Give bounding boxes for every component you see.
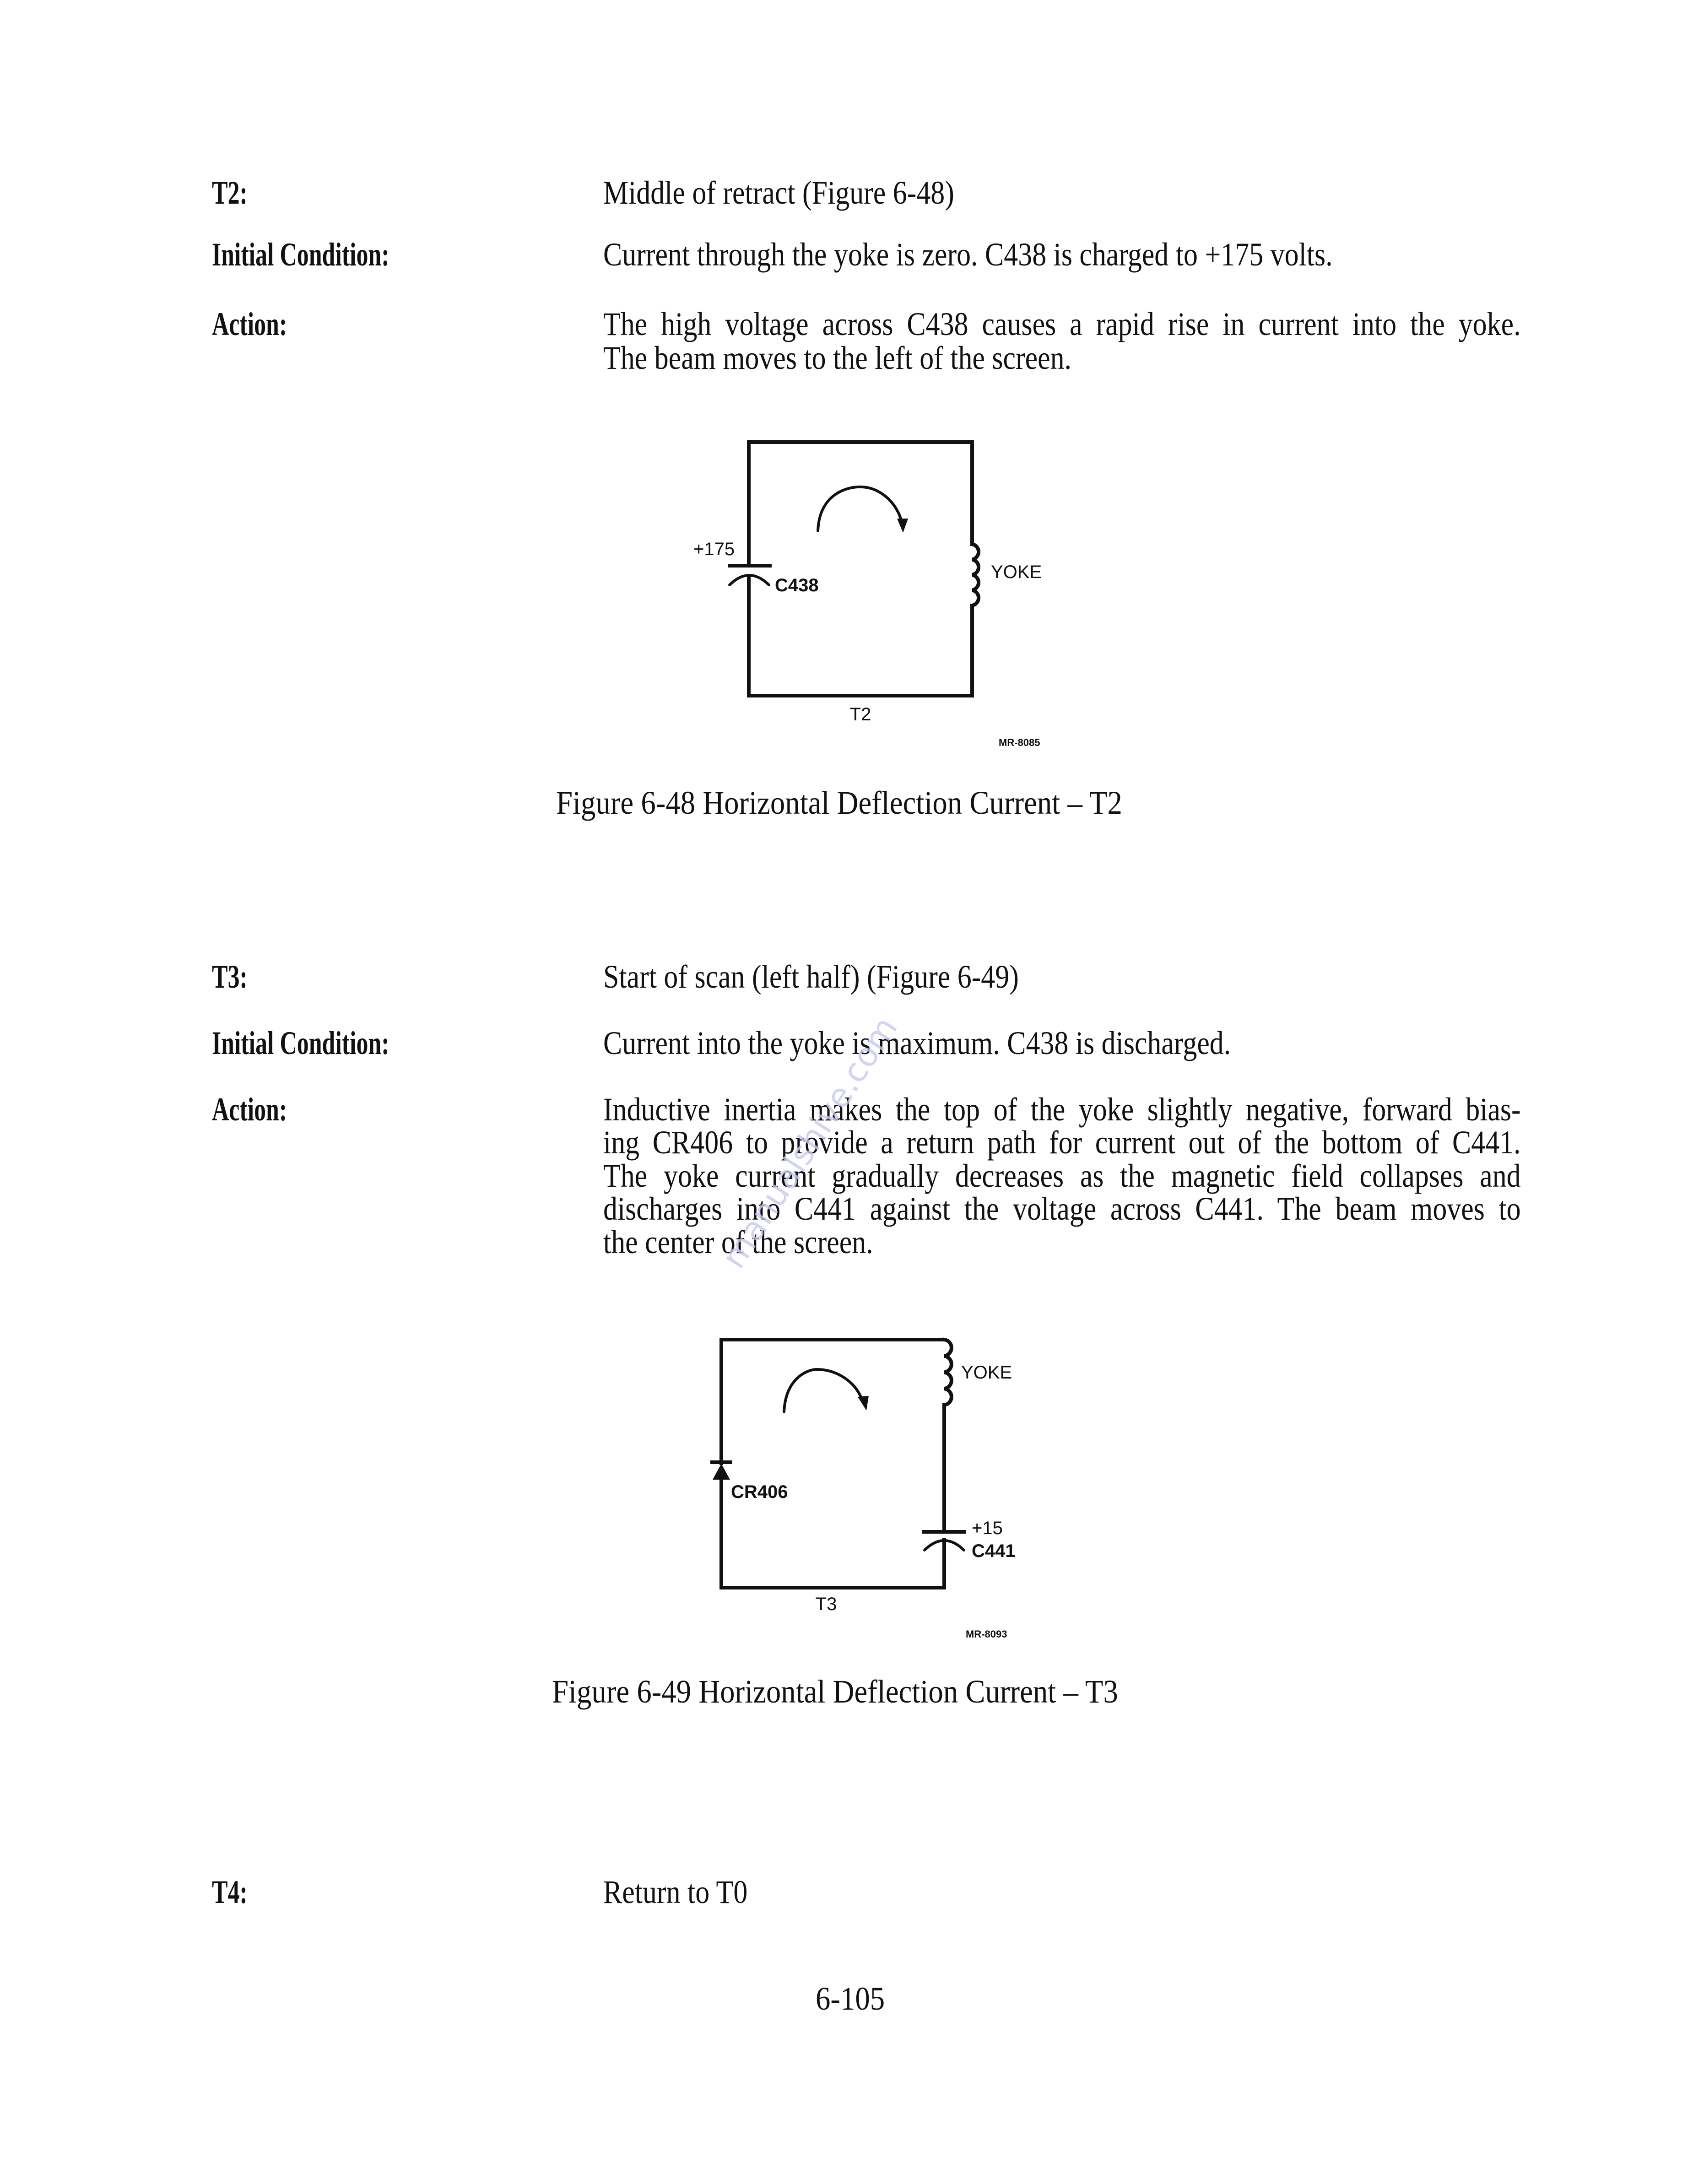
fig49-current-direction-arrow-icon: [783, 1368, 864, 1413]
t3-action-line: The yoke current gradually decreases as …: [603, 1157, 1521, 1194]
fig49-capacitor-name: C441: [972, 1541, 1016, 1561]
fig48-yoke-inductor-icon: [970, 542, 981, 608]
fig48-drawing-number: MR-8085: [999, 737, 1040, 748]
fig49-arrowhead-icon: [858, 1396, 869, 1411]
figure-6-49-caption: Figure 6-49 Horizontal Deflection Curren…: [552, 1673, 1118, 1710]
figure-6-48-caption: Figure 6-48 Horizontal Deflection Curren…: [556, 784, 1122, 821]
fig49-yoke-inductor-icon: [942, 1337, 953, 1407]
fig49-yoke-label: YOKE: [961, 1362, 1012, 1383]
fig48-yoke-label: YOKE: [991, 562, 1042, 582]
t3-title: Start of scan (left half) (Figure 6-49): [603, 958, 1019, 995]
manual-page: T2: Middle of retract (Figure 6-48) Init…: [0, 0, 1693, 2184]
t3-label: T3:: [212, 958, 248, 995]
t4-label: T4:: [212, 1874, 248, 1910]
fig49-wire-left-upper: [719, 1338, 946, 1465]
t3-action-line: Inductive inertia makes the top of the y…: [603, 1091, 1521, 1128]
fig48-wire-left-top: [747, 440, 974, 568]
fig48-state-label: T2: [850, 704, 871, 724]
fig49-drawing-number: MR-8093: [966, 1628, 1007, 1640]
fig48-current-direction-arrow-icon: [817, 485, 903, 532]
t3-action-line: ing CR406 to provide a return path for c…: [603, 1124, 1521, 1161]
t3-initial-condition-text: Current into the yoke is maximum. C438 i…: [603, 1025, 1231, 1061]
fig48-arrowhead-icon: [897, 519, 908, 533]
fig48-capacitor-voltage: +175: [693, 539, 735, 559]
t3-initial-condition-label: Initial Condition:: [212, 1025, 389, 1061]
fig49-capacitor-voltage: +15: [972, 1518, 1003, 1538]
fig48-capacitor-name: C438: [775, 575, 819, 595]
fig49-diode-icon: [713, 1464, 730, 1480]
t4-title: Return to T0: [603, 1874, 748, 1910]
t3-action-label: Action:: [212, 1091, 287, 1128]
fig49-state-label: T3: [816, 1594, 837, 1614]
page-number: 6-105: [816, 1980, 885, 2017]
fig49-diode-name: CR406: [731, 1482, 788, 1502]
